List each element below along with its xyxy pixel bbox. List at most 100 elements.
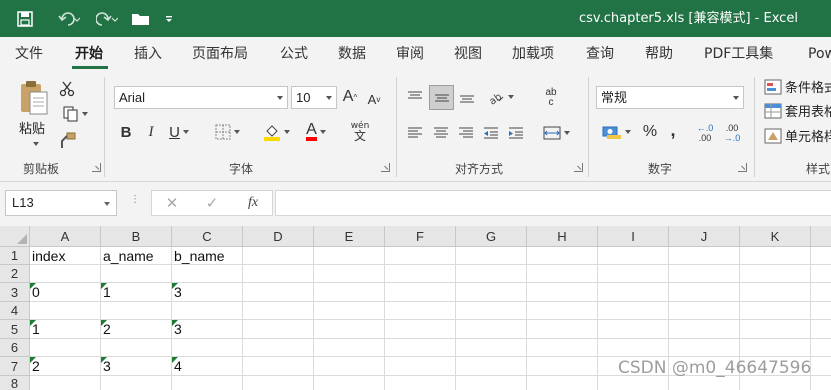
bold-button[interactable]: B (116, 121, 136, 143)
alignment-launcher-icon[interactable] (574, 163, 583, 172)
shrink-font-button[interactable]: Av (364, 89, 384, 109)
percent-style-button[interactable]: % (640, 121, 660, 143)
paste-dropdown-icon[interactable] (30, 135, 39, 149)
column-header-partial[interactable] (811, 226, 831, 247)
column-header-C[interactable]: C (172, 226, 243, 247)
underline-button[interactable]: U (166, 121, 192, 143)
font-color-button[interactable]: A (300, 121, 332, 143)
tab-help[interactable]: 帮助 (645, 37, 673, 71)
number-launcher-icon[interactable] (738, 163, 747, 172)
column-header-A[interactable]: A (30, 226, 101, 247)
tab-insert[interactable]: 插入 (134, 37, 162, 71)
cell-A7[interactable]: 2 (30, 357, 101, 376)
confirm-entry-icon[interactable]: ✓ (200, 193, 224, 213)
tab-addins[interactable]: 加载项 (512, 37, 554, 71)
cell-A5[interactable]: 1 (30, 320, 101, 339)
align-middle-icon[interactable] (429, 85, 454, 110)
align-bottom-icon[interactable] (457, 87, 477, 107)
row-header-8[interactable]: 8 (0, 376, 30, 390)
increase-decimal-button[interactable]: ←.0.00 (694, 121, 716, 145)
name-box[interactable]: L13 (5, 190, 117, 216)
clipboard-launcher-icon[interactable] (92, 163, 101, 172)
italic-button[interactable]: I (141, 121, 161, 143)
cell-A1[interactable]: index (30, 247, 101, 265)
align-left-icon[interactable] (405, 123, 425, 143)
row-header-1[interactable]: 1 (0, 247, 30, 265)
format-as-table-button[interactable]: 套用表格 (764, 101, 831, 120)
column-header-G[interactable]: G (456, 226, 527, 247)
accounting-format-icon[interactable] (598, 121, 634, 143)
tab-page-layout[interactable]: 页面布局 (192, 37, 248, 71)
tab-review[interactable]: 审阅 (396, 37, 424, 71)
cell-B3[interactable]: 1 (101, 283, 172, 302)
orientation-icon[interactable]: ab (483, 87, 517, 107)
tab-file[interactable]: 文件 (15, 37, 43, 71)
formula-bar-splitter-icon[interactable]: ⋮ (130, 195, 140, 210)
undo-icon[interactable] (50, 0, 88, 37)
row-header-2[interactable]: 2 (0, 265, 30, 283)
row-header-7[interactable]: 7 (0, 357, 30, 376)
column-header-D[interactable]: D (243, 226, 314, 247)
number-as-text-indicator-icon (172, 320, 178, 326)
row-header-4[interactable]: 4 (0, 302, 30, 320)
paste-icon[interactable] (14, 77, 54, 117)
column-header-F[interactable]: F (385, 226, 456, 247)
redo-icon[interactable] (88, 0, 126, 37)
tab-data[interactable]: 数据 (338, 37, 366, 71)
comma-style-button[interactable]: , (665, 119, 681, 141)
cell-C7[interactable]: 4 (172, 357, 243, 376)
select-all-button[interactable] (0, 226, 30, 247)
column-header-B[interactable]: B (101, 226, 172, 247)
cell-A3[interactable]: 0 (30, 283, 101, 302)
font-launcher-icon[interactable] (381, 163, 390, 172)
open-folder-icon[interactable] (126, 0, 156, 37)
tab-view[interactable]: 视图 (454, 37, 482, 71)
cell-C3[interactable]: 3 (172, 283, 243, 302)
decrease-indent-icon[interactable] (481, 123, 501, 143)
font-size-dropdown[interactable]: 10 (291, 86, 337, 109)
cell-B7[interactable]: 3 (101, 357, 172, 376)
tab-formulas[interactable]: 公式 (280, 37, 308, 71)
copy-icon[interactable] (58, 105, 92, 123)
align-right-icon[interactable] (456, 123, 476, 143)
wrap-text-icon[interactable]: ab c (540, 86, 562, 110)
title-bar: csv.chapter5.xls [兼容模式] - Excel (0, 0, 831, 37)
tab-query[interactable]: 查询 (586, 37, 614, 71)
insert-function-icon[interactable]: fx (240, 193, 266, 213)
formula-input[interactable] (275, 190, 831, 216)
align-top-icon[interactable] (405, 87, 425, 107)
column-header-I[interactable]: I (598, 226, 669, 247)
cell-styles-button[interactable]: 单元格样 (764, 126, 831, 145)
number-format-value: 常规 (601, 90, 628, 105)
format-painter-icon[interactable] (58, 131, 78, 151)
row-header-3[interactable]: 3 (0, 283, 30, 302)
cell-C5[interactable]: 3 (172, 320, 243, 339)
customize-qat-icon[interactable] (156, 0, 182, 37)
column-header-H[interactable]: H (527, 226, 598, 247)
number-format-dropdown[interactable]: 常规 (596, 86, 744, 109)
cell-C1[interactable]: b_name (172, 247, 243, 265)
cancel-entry-icon[interactable]: ✕ (160, 193, 184, 213)
decrease-decimal-button[interactable]: .00 →.0 (721, 121, 743, 145)
conditional-formatting-button[interactable]: 条件格式 (764, 77, 831, 96)
row-header-6[interactable]: 6 (0, 339, 30, 357)
grow-font-button[interactable]: A ^ (340, 87, 360, 107)
ribbon: 粘贴 剪贴板 Arial 10 A^ Av B I U A wén文 字体 (0, 71, 831, 182)
cut-icon[interactable] (58, 80, 76, 98)
phonetic-guide-button[interactable]: wén 文 (345, 118, 375, 144)
borders-button[interactable] (210, 121, 244, 143)
column-header-E[interactable]: E (314, 226, 385, 247)
font-name-dropdown[interactable]: Arial (114, 86, 288, 109)
increase-indent-icon[interactable] (506, 123, 526, 143)
merge-center-icon[interactable] (538, 123, 574, 143)
save-icon[interactable] (0, 0, 50, 37)
row-header-5[interactable]: 5 (0, 320, 30, 339)
cell-B5[interactable]: 2 (101, 320, 172, 339)
align-center-icon[interactable] (431, 123, 451, 143)
cell-B1[interactable]: a_name (101, 247, 172, 265)
column-header-K[interactable]: K (740, 226, 811, 247)
tab-pdf-tools[interactable]: PDF工具集 (704, 37, 773, 71)
fill-color-button[interactable] (258, 121, 294, 143)
tab-power[interactable]: Pow (808, 37, 831, 71)
column-header-J[interactable]: J (669, 226, 740, 247)
